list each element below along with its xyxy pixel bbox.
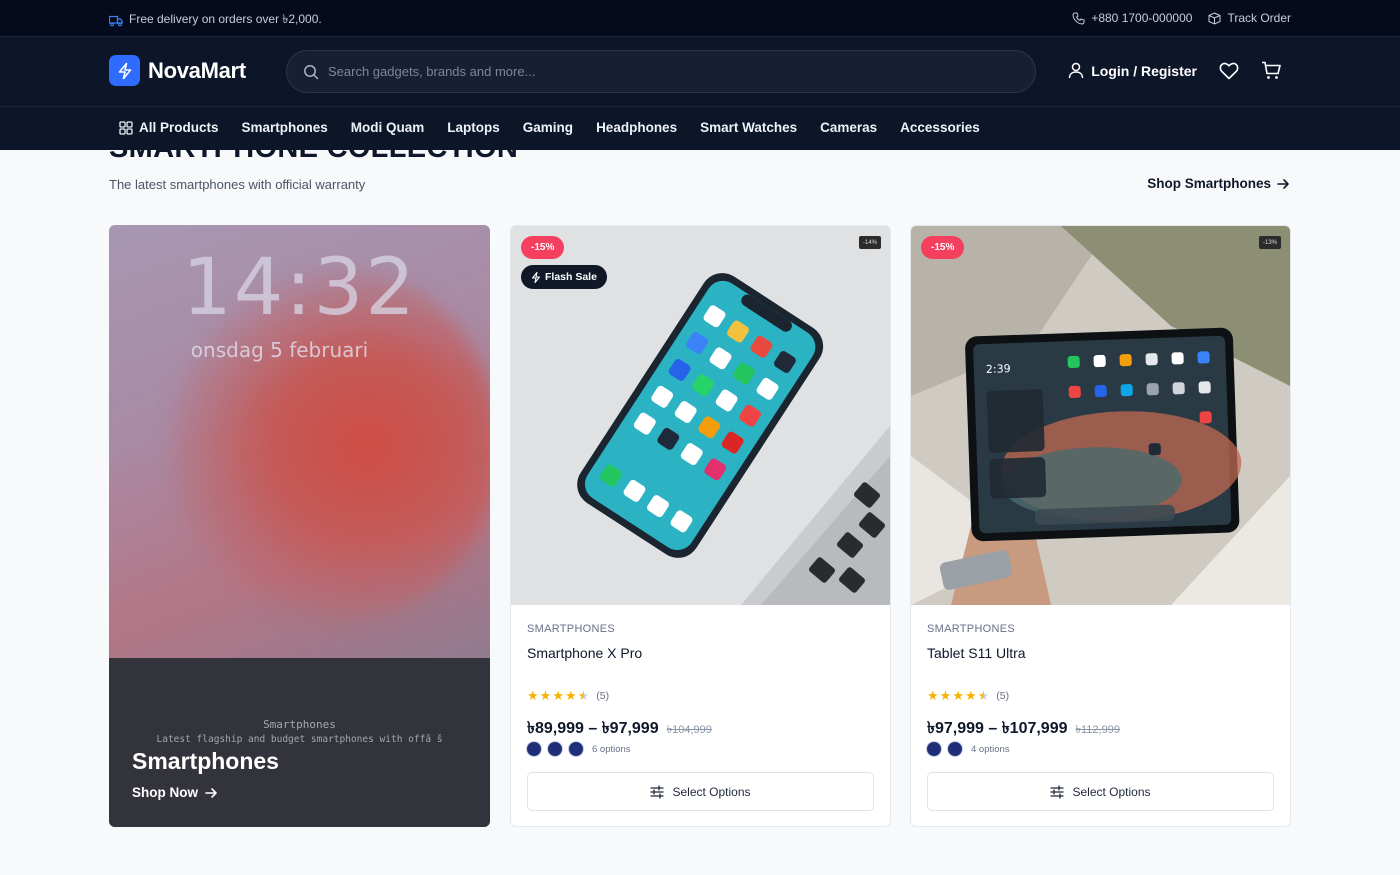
select-options-button[interactable]: Select Options — [927, 772, 1274, 811]
category-promo-card[interactable]: 14:32 onsdag 5 februari Smartphones Late… — [109, 225, 490, 827]
category-nav: All Products Smartphones Modi Quam Lapto… — [0, 107, 1400, 150]
main-header: NovaMart Login / Register — [0, 36, 1400, 107]
select-options-label: Select Options — [1072, 784, 1151, 799]
star-icon: ★ — [927, 688, 939, 703]
nav-item-smart-watches[interactable]: Smart Watches — [700, 120, 797, 135]
rating-count: (5) — [596, 689, 610, 702]
product-rating: ★ ★ ★ ★ ★ (5) — [927, 689, 1009, 702]
product-price: ৳89,999 – ৳97,999 ৳104,999 — [527, 715, 712, 742]
nav-label: All Products — [139, 120, 219, 135]
nav-item-modi-quam[interactable]: Modi Quam — [351, 120, 425, 135]
promo-image-caption: Smartphones — [263, 718, 336, 731]
select-options-label: Select Options — [672, 784, 751, 799]
svg-text:2:39: 2:39 — [986, 362, 1011, 376]
sliders-icon — [650, 784, 665, 799]
promo-image-subcaption: Latest flagship and budget smartphones w… — [156, 734, 443, 745]
star-icon: ★ — [939, 688, 952, 703]
nav-item-accessories[interactable]: Accessories — [900, 120, 980, 135]
delivery-text: Free delivery on orders over ৳2,000. — [129, 12, 322, 26]
sliders-icon — [1050, 784, 1065, 799]
truck-icon — [109, 15, 123, 27]
half-star-icon: ★ — [977, 688, 990, 703]
color-options: 6 options — [527, 742, 631, 756]
options-count: 6 options — [592, 743, 631, 755]
star-icon: ★ — [539, 688, 552, 703]
flash-sale-badge: Flash Sale — [521, 265, 607, 289]
shop-link-label: Shop Smartphones — [1147, 176, 1271, 191]
nav-item-laptops[interactable]: Laptops — [447, 120, 500, 135]
product-card[interactable]: -15% Flash Sale -14% SMARTPHONES Smartph… — [510, 225, 891, 827]
product-card[interactable]: 2:39 -15% -13% SMARTPHONES Tablet S11 Ul… — [910, 225, 1291, 827]
arrow-right-icon — [205, 787, 218, 799]
arrow-right-icon — [1277, 178, 1290, 190]
product-image[interactable]: -15% Flash Sale -14% — [511, 226, 890, 605]
shop-now-label: Shop Now — [132, 785, 198, 800]
login-register-link[interactable]: Login / Register — [1068, 62, 1197, 79]
color-swatch[interactable] — [927, 742, 941, 756]
phone-icon — [1072, 12, 1085, 25]
small-discount-tag: -13% — [1258, 236, 1281, 249]
flash-sale-label: Flash Sale — [545, 271, 597, 283]
product-rating: ★ ★ ★ ★ ★ (5) — [527, 689, 609, 702]
nav-item-gaming[interactable]: Gaming — [523, 120, 573, 135]
color-swatch[interactable] — [569, 742, 583, 756]
search-bar[interactable] — [286, 50, 1036, 93]
shop-now-link[interactable]: Shop Now — [132, 785, 218, 800]
search-input[interactable] — [328, 64, 1008, 79]
nav-item-cameras[interactable]: Cameras — [820, 120, 877, 135]
shop-smartphones-link[interactable]: Shop Smartphones — [1147, 176, 1290, 191]
phone-number: +880 1700-000000 — [1091, 11, 1193, 25]
package-icon — [1208, 11, 1221, 25]
star-icon: ★ — [564, 688, 577, 703]
user-icon — [1068, 62, 1084, 79]
phone-link[interactable]: +880 1700-000000 — [1072, 11, 1192, 25]
star-icon: ★ — [527, 688, 539, 703]
star-icon: ★ — [952, 688, 964, 703]
nav-item-smartphones[interactable]: Smartphones — [242, 120, 328, 135]
color-swatch[interactable] — [948, 742, 962, 756]
rating-count: (5) — [996, 689, 1010, 702]
track-order-link[interactable]: Track Order — [1208, 11, 1291, 25]
old-price: ৳104,999 — [666, 724, 712, 736]
promo-title: Smartphones — [132, 748, 279, 774]
color-swatch[interactable] — [527, 742, 541, 756]
brand-logo[interactable]: NovaMart — [109, 55, 246, 86]
product-category: SMARTPHONES — [927, 623, 1016, 635]
heart-icon[interactable] — [1219, 62, 1239, 80]
product-image[interactable]: 2:39 -15% -13% — [911, 226, 1290, 605]
star-icon: ★ — [964, 688, 977, 703]
login-label: Login / Register — [1091, 62, 1197, 79]
grid-icon — [119, 120, 133, 135]
product-category: SMARTPHONES — [527, 623, 616, 635]
product-name[interactable]: Tablet S11 Ultra — [927, 645, 1026, 661]
search-icon — [303, 64, 319, 80]
small-discount-tag: -14% — [858, 236, 881, 249]
brand-name: NovaMart — [148, 57, 246, 83]
options-count: 4 options — [971, 743, 1010, 755]
discount-badge: -15% — [521, 236, 565, 259]
discount-badge: -15% — [921, 236, 965, 259]
nav-item-all-products[interactable]: All Products — [119, 120, 219, 135]
product-name[interactable]: Smartphone X Pro — [527, 645, 642, 661]
track-order-label: Track Order — [1227, 11, 1291, 25]
star-icon: ★ — [552, 688, 564, 703]
half-star-icon: ★ — [577, 688, 590, 703]
price-range: ৳89,999 – ৳97,999 — [527, 720, 659, 737]
section-subtitle: The latest smartphones with official war… — [109, 177, 366, 192]
old-price: ৳112,999 — [1075, 724, 1120, 736]
lightning-icon — [531, 271, 541, 283]
select-options-button[interactable]: Select Options — [527, 772, 874, 811]
nav-item-headphones[interactable]: Headphones — [596, 120, 677, 135]
lockscreen-date: onsdag 5 februari — [190, 338, 369, 362]
lockscreen-clock: 14:32 — [182, 243, 417, 333]
color-swatch[interactable] — [548, 742, 562, 756]
lightning-icon — [109, 55, 140, 86]
color-options: 4 options — [927, 742, 1010, 756]
product-price: ৳97,999 – ৳107,999 ৳112,999 — [927, 715, 1120, 742]
cart-icon[interactable] — [1261, 61, 1282, 80]
top-announcement-bar: Free delivery on orders over ৳2,000. +88… — [0, 0, 1400, 36]
price-range: ৳97,999 – ৳107,999 — [927, 720, 1068, 737]
